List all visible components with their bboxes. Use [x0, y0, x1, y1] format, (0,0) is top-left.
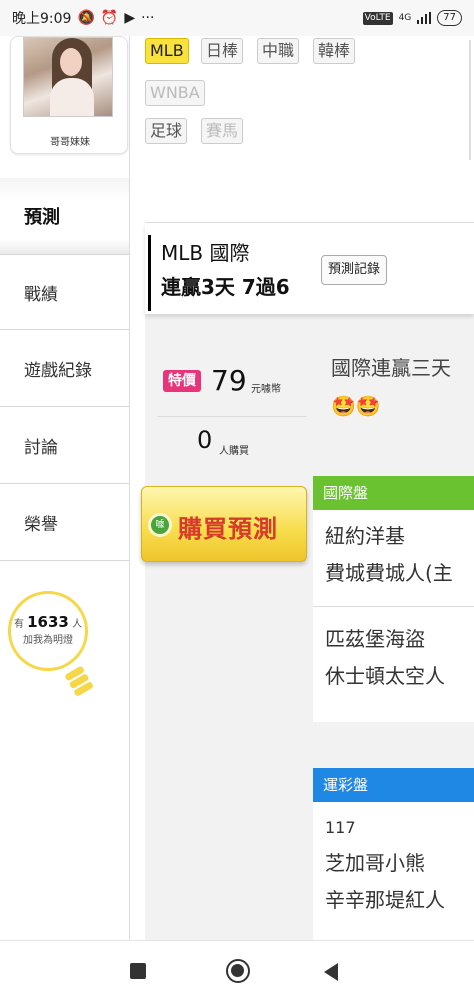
prediction-header: MLB 國際 連贏3天 7過6 預測記錄 — [145, 222, 474, 314]
coin-icon: 噱 — [148, 513, 172, 537]
special-price-badge: 特價 — [163, 370, 201, 392]
prediction-title: MLB 國際 — [161, 241, 250, 265]
back-icon[interactable] — [324, 963, 338, 981]
signal-icon — [417, 12, 432, 24]
header-accent — [148, 235, 151, 311]
team-name: 辛辛那堤紅人 — [325, 888, 445, 912]
youtube-icon: ▶ — [124, 10, 136, 26]
sports-lottery-market: 運彩盤 117 芝加哥小熊 辛辛那堤紅人 — [313, 768, 474, 940]
tag-mlb[interactable]: MLB — [145, 38, 189, 64]
battery-icon: 77 — [437, 10, 462, 26]
team-name: 休士頓太空人 — [325, 664, 445, 688]
bulb-base-icon — [65, 666, 93, 696]
tab-game-history[interactable]: 遊戲紀錄 — [0, 331, 129, 407]
alarm-icon: ⏰ — [100, 10, 119, 26]
team-name: 紐約洋基 — [325, 524, 405, 548]
avatar[interactable] — [23, 37, 113, 117]
buy-prediction-label: 購買預測 — [178, 515, 278, 543]
tag-wnba: WNBA — [145, 80, 205, 106]
price-unit: 元噱幣 — [251, 384, 281, 395]
tab-label: 遊戲紀錄 — [24, 361, 92, 381]
tag-soccer[interactable]: 足球 — [145, 118, 188, 144]
team-name: 費城費城人(主 — [325, 561, 453, 585]
star-eyes-emoji: 🤩🤩 — [331, 394, 381, 418]
tab-label: 預測 — [24, 207, 60, 228]
buy-prediction-button[interactable]: 噱 購買預測 — [141, 486, 307, 562]
price-amount: 79 — [211, 364, 247, 397]
status-bar: 晚上9:09 🔕 ⏰ ▶ ··· VoLTE 4G 77 — [0, 0, 474, 36]
tag-cpbl[interactable]: 中職 — [257, 38, 300, 64]
profile-card[interactable]: 哥哥妹妹 — [10, 36, 128, 154]
buyer-count: 0 — [197, 426, 213, 454]
tab-label: 戰績 — [24, 284, 58, 305]
sidebar: 哥哥妹妹 預測 戰績 遊戲紀錄 討論 榮譽 有 1633 人 加我為明燈 — [0, 36, 130, 940]
tab-record[interactable]: 戰績 — [0, 254, 129, 330]
status-right: VoLTE 4G 77 — [362, 10, 462, 26]
market-title: 運彩盤 — [313, 768, 474, 802]
tab-label: 討論 — [24, 438, 58, 458]
prediction-panel: MLB 國際 連贏3天 7過6 預測記錄 特價 79 元噱幣 0 人購買 國際連… — [141, 222, 474, 940]
tab-discussion[interactable]: 討論 — [0, 408, 129, 484]
win-record: 連贏3天 7過6 — [161, 275, 290, 299]
follow-bulb[interactable]: 有 1633 人 加我為明燈 — [8, 591, 98, 706]
prediction-description: 國際連贏三天 — [331, 356, 451, 380]
system-nav-bar — [0, 940, 474, 1000]
profile-name: 哥哥妹妹 — [50, 137, 90, 148]
tag-npb[interactable]: 日棒 — [201, 38, 244, 64]
fans-caption: 加我為明燈 — [23, 635, 73, 646]
network-label: 4G — [398, 13, 412, 23]
team-name: 芝加哥小熊 — [325, 851, 425, 875]
tab-label: 榮譽 — [24, 515, 58, 535]
team-name: 匹茲堡海盜 — [325, 627, 425, 651]
home-icon[interactable] — [226, 959, 250, 983]
mute-icon: 🔕 — [77, 10, 95, 26]
divider — [157, 416, 307, 417]
tag-horse-racing: 賽馬 — [201, 118, 244, 144]
status-left: 晚上9:09 🔕 ⏰ ▶ ··· — [12, 8, 154, 28]
prediction-record-button[interactable]: 預測記錄 — [321, 255, 388, 285]
tab-predictions[interactable]: 預測 — [0, 178, 129, 254]
market-title: 國際盤 — [313, 476, 474, 510]
game-code: 117 — [325, 818, 356, 837]
recents-icon[interactable] — [130, 963, 146, 979]
buyer-unit: 人購買 — [219, 446, 249, 457]
divider — [469, 40, 471, 160]
tab-honors[interactable]: 榮譽 — [0, 485, 129, 561]
more-dots-icon: ··· — [141, 10, 155, 26]
volte-icon: VoLTE — [362, 11, 393, 25]
fans-count: 1633 — [27, 613, 69, 631]
price-box: 特價 79 元噱幣 0 人購買 — [145, 352, 311, 492]
tag-kbo[interactable]: 韓棒 — [313, 38, 356, 64]
fans-count-line: 有 1633 人 — [13, 613, 83, 631]
divider — [313, 606, 474, 607]
international-market: 國際盤 紐約洋基 費城費城人(主 匹茲堡海盜 休士頓太空人 — [313, 476, 474, 722]
status-time: 晚上9:09 — [12, 11, 72, 27]
